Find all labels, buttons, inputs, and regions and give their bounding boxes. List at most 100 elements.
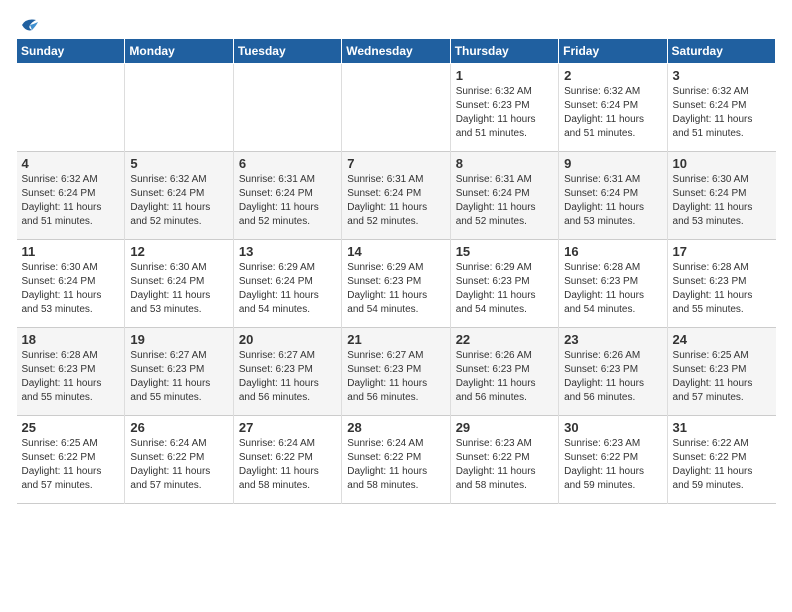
cell-daylight: Daylight: 11 hours and 53 minutes. xyxy=(564,202,644,227)
cell-sunrise: Sunrise: 6:31 AM xyxy=(456,174,532,185)
page-header xyxy=(16,16,776,30)
cell-sunrise: Sunrise: 6:32 AM xyxy=(22,174,98,185)
cell-sunrise: Sunrise: 6:30 AM xyxy=(130,262,206,273)
cell-sunset: Sunset: 6:24 PM xyxy=(456,188,530,199)
day-number: 15 xyxy=(456,244,553,259)
day-number: 19 xyxy=(130,332,227,347)
day-number: 7 xyxy=(347,156,444,171)
calendar-cell: 13 Sunrise: 6:29 AM Sunset: 6:24 PM Dayl… xyxy=(233,240,341,328)
cell-sunrise: Sunrise: 6:29 AM xyxy=(347,262,423,273)
cell-sunrise: Sunrise: 6:32 AM xyxy=(673,86,749,97)
calendar-cell: 25 Sunrise: 6:25 AM Sunset: 6:22 PM Dayl… xyxy=(17,416,125,504)
cell-daylight: Daylight: 11 hours and 56 minutes. xyxy=(347,378,427,403)
day-number: 14 xyxy=(347,244,444,259)
cell-sunrise: Sunrise: 6:29 AM xyxy=(239,262,315,273)
cell-sunrise: Sunrise: 6:32 AM xyxy=(130,174,206,185)
calendar-cell: 9 Sunrise: 6:31 AM Sunset: 6:24 PM Dayli… xyxy=(559,152,667,240)
cell-sunset: Sunset: 6:23 PM xyxy=(673,364,747,375)
day-number: 30 xyxy=(564,420,661,435)
logo-bird-icon xyxy=(18,16,40,34)
cell-sunset: Sunset: 6:24 PM xyxy=(673,100,747,111)
calendar-cell: 1 Sunrise: 6:32 AM Sunset: 6:23 PM Dayli… xyxy=(450,64,558,152)
calendar-cell: 31 Sunrise: 6:22 AM Sunset: 6:22 PM Dayl… xyxy=(667,416,775,504)
cell-daylight: Daylight: 11 hours and 57 minutes. xyxy=(130,466,210,491)
cell-sunrise: Sunrise: 6:27 AM xyxy=(239,350,315,361)
cell-sunrise: Sunrise: 6:27 AM xyxy=(130,350,206,361)
calendar-cell: 27 Sunrise: 6:24 AM Sunset: 6:22 PM Dayl… xyxy=(233,416,341,504)
calendar-cell: 6 Sunrise: 6:31 AM Sunset: 6:24 PM Dayli… xyxy=(233,152,341,240)
header-saturday: Saturday xyxy=(667,39,775,64)
cell-sunrise: Sunrise: 6:24 AM xyxy=(239,438,315,449)
calendar-week-0: 1 Sunrise: 6:32 AM Sunset: 6:23 PM Dayli… xyxy=(17,64,776,152)
cell-sunset: Sunset: 6:24 PM xyxy=(130,276,204,287)
day-number: 21 xyxy=(347,332,444,347)
day-number: 11 xyxy=(22,244,120,259)
header-thursday: Thursday xyxy=(450,39,558,64)
cell-sunset: Sunset: 6:22 PM xyxy=(456,452,530,463)
cell-sunset: Sunset: 6:24 PM xyxy=(347,188,421,199)
day-number: 4 xyxy=(22,156,120,171)
cell-daylight: Daylight: 11 hours and 52 minutes. xyxy=(130,202,210,227)
calendar-cell: 10 Sunrise: 6:30 AM Sunset: 6:24 PM Dayl… xyxy=(667,152,775,240)
calendar-cell: 24 Sunrise: 6:25 AM Sunset: 6:23 PM Dayl… xyxy=(667,328,775,416)
header-monday: Monday xyxy=(125,39,233,64)
cell-sunset: Sunset: 6:23 PM xyxy=(456,276,530,287)
calendar-cell xyxy=(233,64,341,152)
cell-sunset: Sunset: 6:24 PM xyxy=(22,276,96,287)
cell-daylight: Daylight: 11 hours and 56 minutes. xyxy=(564,378,644,403)
calendar-cell: 3 Sunrise: 6:32 AM Sunset: 6:24 PM Dayli… xyxy=(667,64,775,152)
day-number: 26 xyxy=(130,420,227,435)
day-number: 27 xyxy=(239,420,336,435)
cell-daylight: Daylight: 11 hours and 53 minutes. xyxy=(22,290,102,315)
header-tuesday: Tuesday xyxy=(233,39,341,64)
cell-sunrise: Sunrise: 6:28 AM xyxy=(673,262,749,273)
cell-daylight: Daylight: 11 hours and 56 minutes. xyxy=(456,378,536,403)
cell-daylight: Daylight: 11 hours and 54 minutes. xyxy=(347,290,427,315)
cell-sunrise: Sunrise: 6:28 AM xyxy=(564,262,640,273)
cell-daylight: Daylight: 11 hours and 59 minutes. xyxy=(673,466,753,491)
day-number: 24 xyxy=(673,332,771,347)
calendar-cell: 8 Sunrise: 6:31 AM Sunset: 6:24 PM Dayli… xyxy=(450,152,558,240)
calendar-cell: 4 Sunrise: 6:32 AM Sunset: 6:24 PM Dayli… xyxy=(17,152,125,240)
cell-sunrise: Sunrise: 6:27 AM xyxy=(347,350,423,361)
cell-sunset: Sunset: 6:24 PM xyxy=(130,188,204,199)
cell-sunrise: Sunrise: 6:26 AM xyxy=(456,350,532,361)
cell-sunset: Sunset: 6:22 PM xyxy=(22,452,96,463)
cell-sunset: Sunset: 6:22 PM xyxy=(564,452,638,463)
cell-sunrise: Sunrise: 6:32 AM xyxy=(456,86,532,97)
day-number: 22 xyxy=(456,332,553,347)
day-number: 18 xyxy=(22,332,120,347)
cell-sunset: Sunset: 6:23 PM xyxy=(347,276,421,287)
calendar-cell: 16 Sunrise: 6:28 AM Sunset: 6:23 PM Dayl… xyxy=(559,240,667,328)
cell-daylight: Daylight: 11 hours and 51 minutes. xyxy=(673,114,753,139)
cell-daylight: Daylight: 11 hours and 55 minutes. xyxy=(673,290,753,315)
cell-daylight: Daylight: 11 hours and 58 minutes. xyxy=(347,466,427,491)
calendar-cell: 5 Sunrise: 6:32 AM Sunset: 6:24 PM Dayli… xyxy=(125,152,233,240)
cell-sunset: Sunset: 6:24 PM xyxy=(564,188,638,199)
day-number: 29 xyxy=(456,420,553,435)
calendar-cell: 26 Sunrise: 6:24 AM Sunset: 6:22 PM Dayl… xyxy=(125,416,233,504)
cell-daylight: Daylight: 11 hours and 51 minutes. xyxy=(456,114,536,139)
cell-daylight: Daylight: 11 hours and 53 minutes. xyxy=(673,202,753,227)
calendar-table: SundayMondayTuesdayWednesdayThursdayFrid… xyxy=(16,38,776,504)
calendar-header-row: SundayMondayTuesdayWednesdayThursdayFrid… xyxy=(17,39,776,64)
day-number: 12 xyxy=(130,244,227,259)
day-number: 25 xyxy=(22,420,120,435)
cell-sunrise: Sunrise: 6:26 AM xyxy=(564,350,640,361)
cell-sunset: Sunset: 6:23 PM xyxy=(456,100,530,111)
calendar-cell: 23 Sunrise: 6:26 AM Sunset: 6:23 PM Dayl… xyxy=(559,328,667,416)
cell-sunset: Sunset: 6:24 PM xyxy=(239,276,313,287)
cell-sunset: Sunset: 6:23 PM xyxy=(456,364,530,375)
cell-sunset: Sunset: 6:24 PM xyxy=(22,188,96,199)
cell-sunset: Sunset: 6:23 PM xyxy=(673,276,747,287)
day-number: 20 xyxy=(239,332,336,347)
header-friday: Friday xyxy=(559,39,667,64)
cell-daylight: Daylight: 11 hours and 55 minutes. xyxy=(22,378,102,403)
calendar-cell: 29 Sunrise: 6:23 AM Sunset: 6:22 PM Dayl… xyxy=(450,416,558,504)
cell-daylight: Daylight: 11 hours and 57 minutes. xyxy=(22,466,102,491)
cell-sunrise: Sunrise: 6:28 AM xyxy=(22,350,98,361)
day-number: 31 xyxy=(673,420,771,435)
cell-sunrise: Sunrise: 6:29 AM xyxy=(456,262,532,273)
day-number: 1 xyxy=(456,68,553,83)
cell-sunrise: Sunrise: 6:30 AM xyxy=(22,262,98,273)
